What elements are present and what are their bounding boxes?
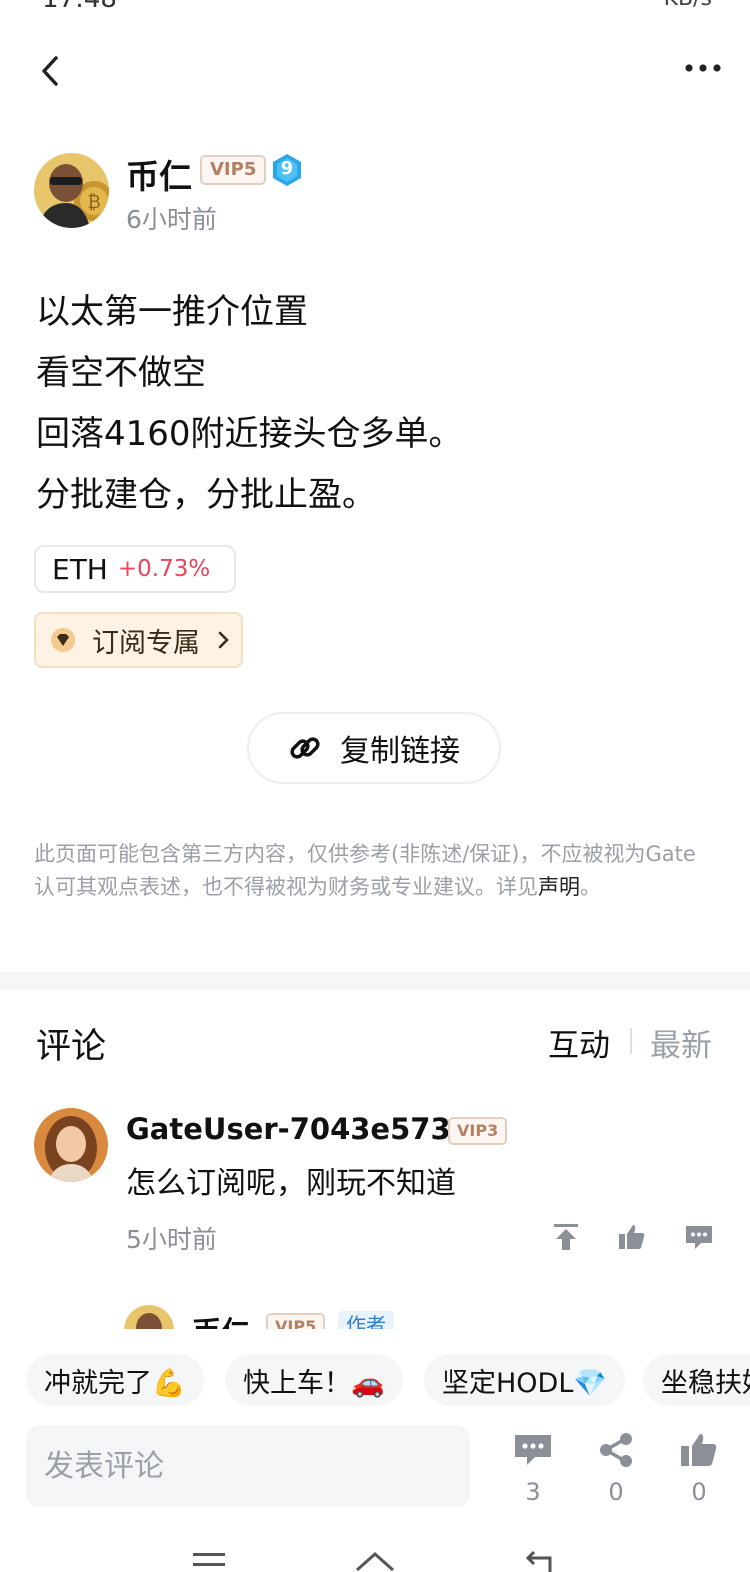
thumbs-up-icon[interactable] [617,1222,647,1252]
level-badge: 9 [271,153,303,187]
author-name[interactable]: 币仁 [126,150,192,198]
post-line: 回落4160附近接头仓多单。 [36,414,463,454]
author-avatar[interactable]: ₿ [34,153,109,228]
comments-title: 评论 [36,1027,107,1067]
comment-input[interactable] [26,1425,470,1507]
comment-text: 怎么订阅呢，刚玩不知道 [126,1166,456,1201]
comments-count: 3 [525,1478,541,1506]
reply-comment-icon[interactable] [684,1222,714,1252]
back-nav-icon[interactable] [520,1550,560,1572]
menu-nav-icon[interactable] [190,1550,230,1572]
commenter-avatar[interactable] [34,1108,108,1182]
reply-author-badge: 作者 [338,1311,394,1329]
token-change: +0.73% [117,556,211,582]
pin-top-icon[interactable] [551,1222,581,1252]
disclaimer: 此页面可能包含第三方内容，仅供参考(非陈述/保证)，不应被视为Gate认可其观点… [34,838,714,904]
reply-user: 币仁 [192,1309,250,1329]
commenter-vip-badge: VIP3 [448,1117,508,1145]
home-nav-icon[interactable] [355,1550,395,1572]
vip-badge: VIP5 [200,155,267,185]
post-content: 以太第一推介位置 看空不做空 回落4160附近接头仓多单。 分批建仓，分批止盈。 [36,282,463,526]
disclaimer-end: 。 [580,875,601,899]
quick-reply-chip[interactable]: 坐稳扶好 [643,1354,750,1406]
subscribe-exclusive-button[interactable]: 订阅专属 [34,612,243,668]
post-time: 6小时前 [126,205,217,234]
more-options-icon[interactable] [684,58,722,78]
share-icon[interactable] [596,1432,636,1468]
copy-link-label: 复制链接 [340,734,460,769]
status-bar: 17:48 KB/s [0,0,750,14]
copy-link-button[interactable]: 复制链接 [247,712,501,784]
reply-preview: 币仁 VIP5 作者 [124,1305,424,1329]
commenter-name[interactable]: GateUser-7043e573 [126,1112,451,1146]
reply-avatar [124,1305,174,1329]
comment-icon[interactable] [513,1432,553,1468]
net-speed: KB/s [664,0,712,11]
quick-reply-chip[interactable]: 冲就完了💪 [26,1354,204,1406]
likes-count: 0 [691,1478,707,1506]
section-divider [0,972,750,990]
quick-reply-chip[interactable]: 坚定HODL💎 [424,1354,626,1406]
status-time: 17:48 [42,0,117,14]
subscribe-label: 订阅专属 [92,627,200,659]
disclaimer-link[interactable]: 声明 [538,875,580,899]
comment-time: 5小时前 [126,1225,217,1254]
link-icon [290,737,320,759]
post-line: 以太第一推介位置 [36,292,308,332]
token-chip[interactable]: ETH +0.73% [34,545,236,593]
svg-text:₿: ₿ [87,192,100,213]
quick-reply-chip[interactable]: 快上车！🚗 [225,1354,403,1406]
like-icon[interactable] [679,1432,719,1468]
diamond-icon [51,628,75,652]
sort-interactive-tab[interactable]: 互动 [548,1020,610,1065]
post-line: 分批建仓，分批止盈。 [36,475,376,515]
level-number: 9 [280,158,294,179]
shares-count: 0 [608,1478,624,1506]
sort-latest-tab[interactable]: 最新 [650,1020,712,1065]
reply-vip: VIP5 [266,1313,326,1329]
post-line: 看空不做空 [36,353,206,393]
sort-separator [630,1028,632,1054]
back-arrow-icon[interactable] [36,54,66,88]
token-symbol: ETH [52,552,108,586]
chevron-right-icon [218,631,229,649]
